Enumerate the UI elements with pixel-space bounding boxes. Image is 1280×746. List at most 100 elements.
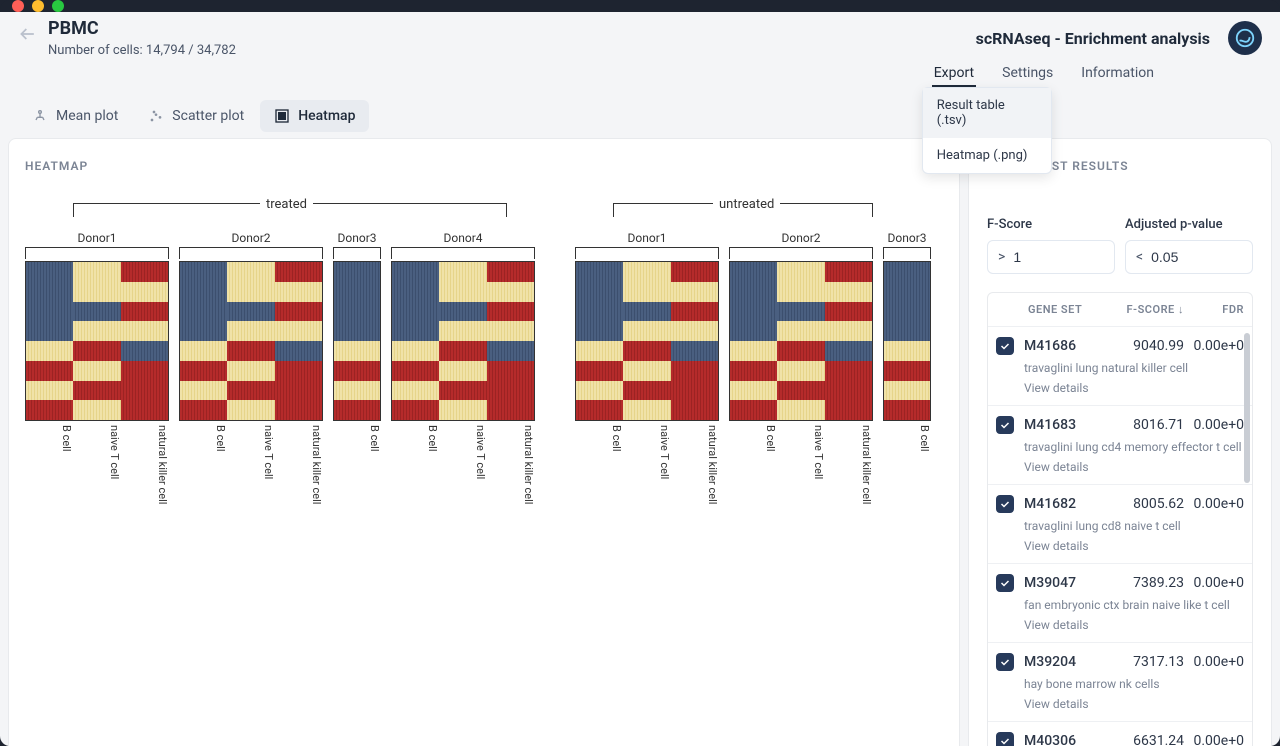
window-maximize-button[interactable] (52, 0, 64, 12)
table-row: M39047 7389.23 0.00e+0 fan embryonic ctx… (988, 563, 1252, 642)
anova-panel: ANOVA TEST RESULTS F-Score > Adjusted p-… (968, 138, 1272, 746)
heatmap-facet: Donor3B cell (333, 231, 381, 525)
view-details-link[interactable]: View details (1024, 697, 1244, 711)
geneset-id: M39047 (1024, 575, 1114, 591)
pvalue-filter-op: < (1136, 249, 1143, 265)
pvalue-filter-label: Adjusted p-value (1125, 217, 1253, 232)
col-fdr[interactable]: FDR (1184, 303, 1244, 316)
celltype-label: B cell (883, 425, 931, 525)
fscore-value: 9040.99 (1114, 338, 1184, 354)
export-heatmap-png[interactable]: Heatmap (.png) (923, 138, 1051, 173)
geneset-desc: hay bone marrow nk cells (1024, 677, 1244, 691)
mean-plot-icon (32, 108, 48, 124)
celltype-label: natural killer cell (825, 425, 873, 525)
celltype-label: B cell (333, 425, 381, 525)
table-row: M41682 8005.62 0.00e+0 travaglini lung c… (988, 484, 1252, 563)
table-row: M41683 8016.71 0.00e+0 travaglini lung c… (988, 405, 1252, 484)
tab-information[interactable]: Information (1079, 61, 1156, 87)
window-close-button[interactable] (12, 0, 24, 12)
view-details-link[interactable]: View details (1024, 618, 1244, 632)
celltype-label: naive T cell (73, 425, 121, 525)
table-scrollbar[interactable] (1244, 333, 1250, 746)
row-checkbox[interactable] (996, 495, 1014, 513)
table-row: M41686 9040.99 0.00e+0 travaglini lung n… (988, 326, 1252, 405)
cell-count-label: Number of cells: 14,794 / 34,782 (48, 43, 236, 58)
celltype-label: B cell (179, 425, 227, 525)
fdr-value: 0.00e+0 (1184, 338, 1244, 354)
heatmap-facet: Donor1 B cellnaive T cellnatural killer c… (25, 231, 169, 525)
fscore-filter-label: F-Score (987, 217, 1115, 232)
col-fscore[interactable]: F-SCORE ↓ (1114, 303, 1184, 316)
celltype-label: B cell (729, 425, 777, 525)
fscore-filter-op: > (998, 249, 1005, 265)
row-checkbox[interactable] (996, 574, 1014, 592)
dataset-title: PBMC (48, 18, 236, 39)
fdr-value: 0.00e+0 (1184, 575, 1244, 591)
view-details-link[interactable]: View details (1024, 381, 1244, 395)
fscore-filter-input[interactable]: > (987, 240, 1115, 274)
export-dropdown: Result table (.tsv) Heatmap (.png) (922, 87, 1052, 174)
celltype-label: naive T cell (777, 425, 825, 525)
geneset-id: M41683 (1024, 417, 1114, 433)
heatmap-facet: Donor1B cellnaive T cellnatural killer c… (575, 231, 719, 525)
heatmap-chart: treateduntreatedDonor1B cellnaive T cell… (25, 203, 943, 525)
fscore-filter-value[interactable] (1013, 249, 1104, 265)
tab-export[interactable]: Export (932, 61, 976, 87)
celltype-label: natural killer cell (671, 425, 719, 525)
view-scatter-plot[interactable]: Scatter plot (134, 100, 258, 132)
condition-label: untreated (713, 197, 780, 212)
donor-label: Donor1 (78, 231, 117, 245)
view-details-link[interactable]: View details (1024, 460, 1244, 474)
celltype-label: natural killer cell (275, 425, 323, 525)
top-tabs: Export Result table (.tsv) Heatmap (.png… (932, 61, 1210, 87)
celltype-label: B cell (391, 425, 439, 525)
view-details-link[interactable]: View details (1024, 539, 1244, 553)
scatter-plot-icon (148, 108, 164, 124)
table-row: M40306 6631.24 0.00e+0 (988, 721, 1252, 746)
geneset-desc: travaglini lung cd4 memory effector t ce… (1024, 440, 1244, 454)
window-minimize-button[interactable] (32, 0, 44, 12)
fscore-value: 6631.24 (1114, 733, 1184, 746)
app-logo (1228, 21, 1262, 55)
geneset-id: M40306 (1024, 733, 1114, 746)
pvalue-filter-value[interactable] (1151, 249, 1242, 265)
tab-settings[interactable]: Settings (1000, 61, 1055, 87)
geneset-id: M41686 (1024, 338, 1114, 354)
table-header: GENE SET F-SCORE ↓ FDR (988, 293, 1252, 326)
view-scatter-plot-label: Scatter plot (172, 108, 244, 124)
donor-label: Donor4 (444, 231, 483, 245)
donor-label: Donor1 (628, 231, 667, 245)
row-checkbox[interactable] (996, 732, 1014, 746)
back-button[interactable] (18, 24, 38, 49)
donor-bracket (179, 247, 323, 259)
window-titlebar (0, 0, 1280, 12)
view-mean-plot[interactable]: Mean plot (18, 100, 132, 132)
heatmap-icon (274, 108, 290, 124)
heatmap-panel-title: HEATMAP (25, 159, 943, 173)
export-result-table[interactable]: Result table (.tsv) (923, 88, 1051, 138)
row-checkbox[interactable] (996, 337, 1014, 355)
view-heatmap-label: Heatmap (298, 108, 355, 124)
results-table: GENE SET F-SCORE ↓ FDR M41686 9040.99 0.… (987, 292, 1253, 746)
fdr-value: 0.00e+0 (1184, 733, 1244, 746)
view-heatmap[interactable]: Heatmap (260, 100, 369, 132)
donor-bracket (575, 247, 719, 259)
heatmap-panel: HEATMAP treateduntreatedDonor1B cellnaiv… (8, 138, 960, 746)
celltype-label: B cell (575, 425, 623, 525)
celltype-label: naive T cell (439, 425, 487, 525)
row-checkbox[interactable] (996, 416, 1014, 434)
donor-bracket (883, 247, 931, 259)
row-checkbox[interactable] (996, 653, 1014, 671)
celltype-label: naive T cell (227, 425, 275, 525)
geneset-desc: travaglini lung cd8 naive t cell (1024, 519, 1244, 533)
heatmap-facet: Donor4B cellnaive T cellnatural killer c… (391, 231, 535, 525)
celltype-label: natural killer cell (121, 425, 169, 525)
fscore-value: 7389.23 (1114, 575, 1184, 591)
fdr-value: 0.00e+0 (1184, 654, 1244, 670)
fscore-value: 8016.71 (1114, 417, 1184, 433)
geneset-id: M41682 (1024, 496, 1114, 512)
col-geneset[interactable]: GENE SET (1024, 303, 1114, 316)
pvalue-filter-input[interactable]: < (1125, 240, 1253, 274)
fdr-value: 0.00e+0 (1184, 417, 1244, 433)
celltype-label: B cell (25, 425, 73, 525)
